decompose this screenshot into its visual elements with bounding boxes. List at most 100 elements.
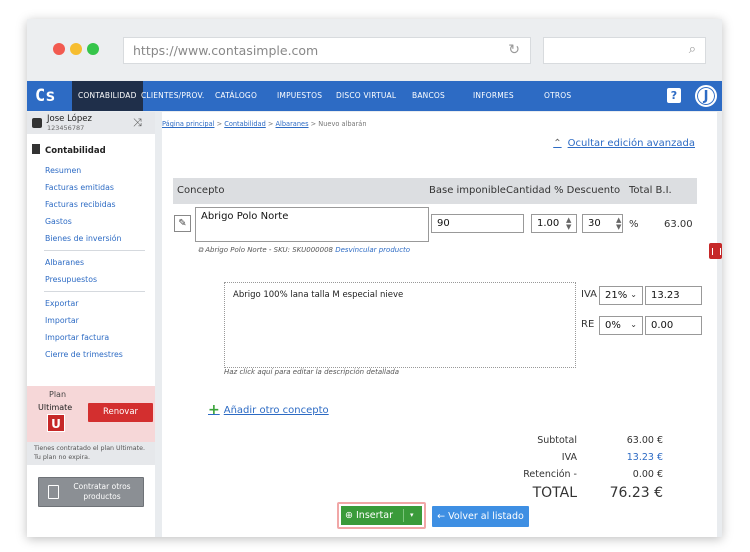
add-concept-label: Añadir otro concepto <box>223 405 329 416</box>
edit-icon[interactable]: ✎ <box>174 215 191 232</box>
sidebar-item-presupuestos[interactable]: Presupuestos <box>45 275 97 284</box>
nav-bancos[interactable]: BANCOS <box>412 91 445 100</box>
nav-impuestos[interactable]: IMPUESTOS <box>277 91 322 100</box>
description-hint: Haz click aquí para editar la descripció… <box>224 368 400 376</box>
product-link-icon: ⧉ <box>198 246 203 254</box>
discount-stepper[interactable]: ▲ ▼ <box>616 217 621 231</box>
sidebar-item-facturas-recibidas[interactable]: Facturas recibidas <box>45 200 116 209</box>
header-base: Base imponible <box>429 185 506 196</box>
contract-products-button[interactable]: Contratar otros productos <box>38 477 144 507</box>
user-name: Jose López <box>47 114 92 124</box>
sidebar-item-bienes[interactable]: Bienes de inversión <box>45 234 121 243</box>
maximize-window-dot[interactable] <box>87 43 99 55</box>
close-window-dot[interactable] <box>53 43 65 55</box>
insert-button[interactable]: ⊕ Insertar ▾ <box>337 502 426 529</box>
table-header: Concepto Base imponible Cantidad % Descu… <box>173 178 697 204</box>
browser-titlebar: https://www.contasimple.com ↻ ⌕ <box>27 19 722 80</box>
address-bar[interactable]: https://www.contasimple.com ↻ <box>123 37 531 64</box>
contract-products-label: Contratar otros productos <box>73 482 131 501</box>
sidebar-section-title: Contabilidad <box>32 144 106 156</box>
minimize-window-dot[interactable] <box>70 43 82 55</box>
breadcrumb-contabilidad[interactable]: Contabilidad <box>224 120 266 128</box>
re-value-input[interactable]: 0.00 <box>645 316 702 335</box>
plan-label: Plan <box>49 390 67 399</box>
user-id: 123456787 <box>47 124 85 132</box>
nav-otros[interactable]: OTROS <box>544 91 571 100</box>
subtotal-value: 63.00 € <box>626 435 663 446</box>
refresh-icon[interactable]: ↻ <box>508 42 520 58</box>
iva-label: IVA <box>581 289 597 300</box>
iva-rate: 21% <box>605 290 628 301</box>
top-nav: Cs CONTABILIDAD CLIENTES/PROV. CATÁLOGO … <box>27 81 722 111</box>
sidebar-item-importar-factura[interactable]: Importar factura <box>45 333 109 342</box>
sidebar-item-albaranes[interactable]: Albaranes <box>45 258 84 267</box>
arrow-left-icon: ← <box>437 511 446 522</box>
breadcrumb-current: Nuevo albarán <box>318 120 367 128</box>
percent-sign: % <box>629 219 639 230</box>
iva-value-input[interactable]: 13.23 <box>645 286 702 305</box>
total-label: TOTAL <box>532 485 577 501</box>
sidebar-section-label: Contabilidad <box>45 146 106 156</box>
sidebar-divider <box>44 291 145 292</box>
sidebar-item-cierre-trimestres[interactable]: Cierre de trimestres <box>45 350 123 359</box>
plan-name: Ultimate <box>38 403 73 412</box>
renew-button[interactable]: Renovar <box>88 403 153 422</box>
row-total: 63.00 <box>664 219 693 230</box>
hide-advanced-link[interactable]: ⌃ Ocultar edición avanzada <box>553 138 695 149</box>
sidebar-item-importar[interactable]: Importar <box>45 316 79 325</box>
re-label: RE <box>581 319 595 330</box>
header-cantidad: Cantidad <box>506 185 551 196</box>
app-logo[interactable]: Cs <box>35 86 55 106</box>
unlink-product-link[interactable]: Desvincular producto <box>335 246 410 254</box>
plan-panel: Plan Ultimate U Renovar <box>27 386 155 442</box>
caret-down-icon[interactable]: ▾ <box>410 506 414 525</box>
user-icon <box>32 118 42 128</box>
avatar[interactable]: J <box>695 85 717 107</box>
main-content: Página principal > Contabilidad > Albara… <box>162 112 722 537</box>
sidebar-item-facturas-emitidas[interactable]: Facturas emitidas <box>45 183 114 192</box>
sidebar: Jose López 123456787 ⤨ Contabilidad Resu… <box>27 112 155 537</box>
product-sku: ⧉ Abrigo Polo Norte - SKU: SKU000008 Des… <box>198 246 410 255</box>
plus-icon: + <box>208 402 220 418</box>
back-to-list-button[interactable]: ← Volver al listado <box>432 506 529 527</box>
description-textarea[interactable]: Abrigo 100% lana talla M especial nieve <box>224 282 576 368</box>
url-text: https://www.contasimple.com <box>133 43 319 58</box>
nav-disco-virtual[interactable]: DISCO VIRTUAL <box>336 91 396 100</box>
browser-search-input[interactable]: ⌕ <box>543 37 706 64</box>
header-total: Total B.I. <box>629 185 672 196</box>
trash-icon[interactable] <box>709 243 722 259</box>
nav-catalogo[interactable]: CATÁLOGO <box>215 91 257 100</box>
plan-info: Tienes contratado el plan Ultimate. Tu p… <box>27 442 155 465</box>
insert-button-body[interactable]: ⊕ Insertar ▾ <box>341 506 422 525</box>
nav-informes[interactable]: INFORMES <box>473 91 514 100</box>
iva-select[interactable]: 21% ⌄ <box>599 286 643 305</box>
re-select[interactable]: 0% ⌄ <box>599 316 643 335</box>
sku-text: Abrigo Polo Norte - SKU: SKU000008 <box>205 246 333 254</box>
browser-window: https://www.contasimple.com ↻ ⌕ Cs CONTA… <box>27 19 722 537</box>
breadcrumb-albaranes[interactable]: Albaranes <box>276 120 309 128</box>
iva-total-label: IVA <box>561 452 577 463</box>
header-concepto: Concepto <box>177 185 225 196</box>
nav-contabilidad[interactable]: CONTABILIDAD <box>72 81 143 111</box>
total-value: 76.23 € <box>609 485 663 501</box>
chevron-down-icon: ⌄ <box>630 290 637 299</box>
hide-advanced-label: Ocultar edición avanzada <box>567 138 695 149</box>
quantity-stepper[interactable]: ▲ ▼ <box>566 217 571 231</box>
insert-divider <box>403 509 404 522</box>
breadcrumb-sep: > <box>267 120 274 128</box>
retention-label: Retención - <box>523 469 577 480</box>
eye-icon: ⌃ <box>553 138 562 149</box>
collapse-icon[interactable]: ⤨ <box>133 116 142 130</box>
help-icon[interactable]: ? <box>667 88 681 103</box>
document-icon <box>32 144 40 154</box>
nav-clientes[interactable]: CLIENTES/PROV. <box>141 91 204 100</box>
sidebar-item-resumen[interactable]: Resumen <box>45 166 81 175</box>
concept-input[interactable]: Abrigo Polo Norte <box>195 207 429 242</box>
sidebar-divider <box>44 250 145 251</box>
breadcrumb-home[interactable]: Página principal <box>162 120 214 128</box>
base-input[interactable]: 90 <box>431 214 524 233</box>
insert-label: Insertar <box>356 510 393 521</box>
add-concept-link[interactable]: + Añadir otro concepto <box>208 402 329 418</box>
sidebar-item-exportar[interactable]: Exportar <box>45 299 79 308</box>
sidebar-item-gastos[interactable]: Gastos <box>45 217 72 226</box>
